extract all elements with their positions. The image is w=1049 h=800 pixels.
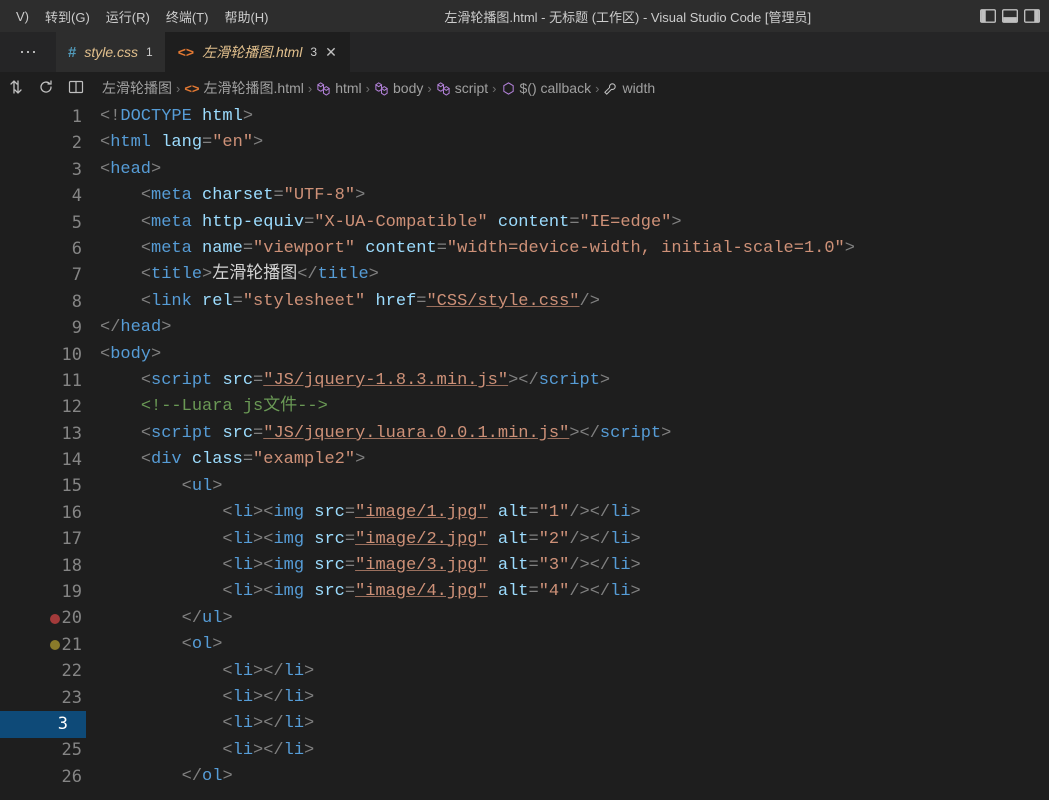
- css-file-icon: #: [68, 44, 76, 61]
- chevron-right-icon: ›: [595, 81, 599, 96]
- line-number: 26: [0, 764, 82, 790]
- code-content[interactable]: <!DOCTYPE html><html lang="en"><head> <m…: [100, 104, 855, 800]
- line-number: 9: [0, 315, 82, 341]
- line-number: 17: [0, 526, 82, 552]
- line-number: 7: [0, 262, 82, 288]
- window-title: 左滑轮播图.html - 无标题 (工作区) - Visual Studio C…: [276, 7, 979, 26]
- line-number: 23: [0, 685, 82, 711]
- menu-bar: V) 转到(G) 运行(R) 终端(T) 帮助(H) 左滑轮播图.html - …: [0, 0, 1049, 32]
- line-number: 8: [0, 289, 82, 315]
- line-number: 19: [0, 579, 82, 605]
- symbol-icon: [374, 81, 389, 96]
- line-number: 20: [0, 605, 82, 631]
- html-file-icon: <>: [178, 44, 194, 60]
- breadcrumb-label: html: [335, 80, 361, 96]
- tab-bar: ⋯ # style.css 1 <> 左滑轮播图.html 3 ✕: [0, 32, 1049, 72]
- line-number: 4: [0, 183, 82, 209]
- line-number: 10: [0, 342, 82, 368]
- line-number-gutter: 1234567891011121314151617181920212223242…: [0, 104, 100, 800]
- breadcrumb-item[interactable]: 左滑轮播图: [102, 78, 172, 98]
- breadcrumb-item[interactable]: width: [603, 80, 655, 96]
- method-icon: [501, 81, 516, 96]
- line-number: 13: [0, 421, 82, 447]
- close-icon[interactable]: ✕: [325, 44, 337, 61]
- line-number: 12: [0, 394, 82, 420]
- chevron-right-icon: ›: [427, 81, 431, 96]
- breadcrumb-label: script: [455, 80, 488, 96]
- chevron-right-icon: ›: [308, 81, 312, 96]
- menu-item[interactable]: 转到(G): [37, 7, 98, 26]
- breadcrumb-item[interactable]: html: [316, 80, 361, 96]
- gutter-marker: [50, 614, 60, 624]
- compare-icon[interactable]: [8, 79, 24, 98]
- line-number: 6: [0, 236, 82, 262]
- layout-bottom-icon[interactable]: [1001, 7, 1019, 25]
- breadcrumb-item[interactable]: $() callback: [501, 80, 592, 96]
- chevron-right-icon: ›: [176, 81, 180, 96]
- more-actions-icon[interactable]: ⋯: [0, 32, 56, 72]
- breadcrumb-label: $() callback: [520, 80, 592, 96]
- symbol-icon: [316, 81, 331, 96]
- menu-item[interactable]: 终端(T): [158, 7, 217, 26]
- breadcrumb-item[interactable]: <> 左滑轮播图.html: [184, 78, 304, 98]
- refresh-icon[interactable]: [38, 79, 54, 98]
- line-number: 3: [0, 157, 82, 183]
- breadcrumb-label: width: [622, 80, 655, 96]
- breadcrumb-label: 左滑轮播图: [102, 78, 172, 98]
- line-number: 15: [0, 473, 82, 499]
- chevron-right-icon: ›: [492, 81, 496, 96]
- breadcrumb-label: 左滑轮播图.html: [204, 78, 304, 98]
- menu-item[interactable]: 帮助(H): [216, 7, 276, 26]
- menu-item[interactable]: V): [8, 9, 37, 24]
- chevron-right-icon: ›: [366, 81, 370, 96]
- wrench-icon: [603, 81, 618, 96]
- breadcrumb-label: body: [393, 80, 423, 96]
- gutter-marker: [50, 640, 60, 650]
- html-file-icon: <>: [184, 81, 199, 96]
- line-number: 25: [0, 737, 82, 763]
- line-number: 5: [0, 210, 82, 236]
- tab-label: 左滑轮播图.html: [202, 42, 302, 62]
- layout-right-icon[interactable]: [1023, 7, 1041, 25]
- symbol-icon: [436, 81, 451, 96]
- line-number: 14: [0, 447, 82, 473]
- line-number: 16: [0, 500, 82, 526]
- split-editor-icon[interactable]: [68, 79, 84, 98]
- line-number: 2: [0, 130, 82, 156]
- line-number: 1: [0, 104, 82, 130]
- tab[interactable]: <> 左滑轮播图.html 3 ✕: [166, 32, 350, 72]
- line-number: 21: [0, 632, 82, 658]
- editor[interactable]: 1234567891011121314151617181920212223242…: [0, 104, 1049, 800]
- line-number: 11: [0, 368, 82, 394]
- tab[interactable]: # style.css 1: [56, 32, 166, 72]
- breadcrumb-item[interactable]: script: [436, 80, 488, 96]
- breadcrumb-item[interactable]: body: [374, 80, 423, 96]
- line-number: 22: [0, 658, 82, 684]
- problem-count-badge[interactable]: 3: [0, 711, 86, 737]
- breadcrumb-bar: 左滑轮播图›<>左滑轮播图.html›html›body›script›$() …: [0, 72, 1049, 104]
- tab-badge: 3: [310, 45, 317, 59]
- menu-item[interactable]: 运行(R): [98, 7, 158, 26]
- layout-panel-icon[interactable]: [979, 7, 997, 25]
- tab-label: style.css: [84, 44, 138, 60]
- tab-badge: 1: [146, 45, 153, 59]
- line-number: 18: [0, 553, 82, 579]
